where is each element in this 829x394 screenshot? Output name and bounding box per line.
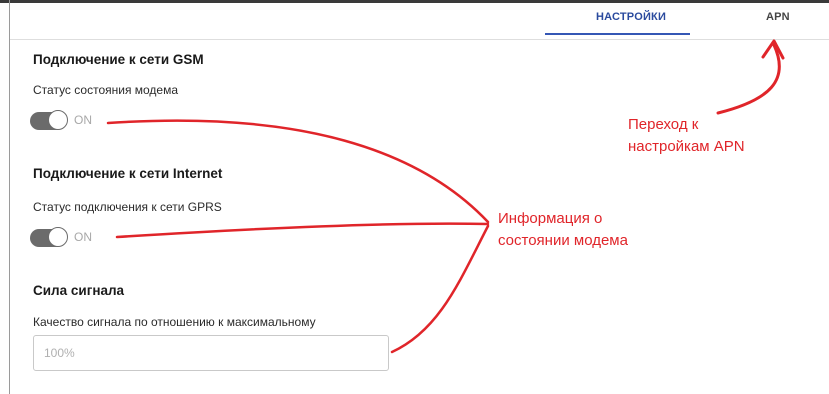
apn-annotation-line2: настройкам APN (628, 138, 745, 155)
modem-info-annotation-line1: Информация о (498, 210, 603, 227)
toggle-knob (48, 110, 68, 130)
tab-bar: НАСТРОЙКИ APN (10, 3, 829, 40)
toggle-knob (48, 227, 68, 247)
tab-apn[interactable]: APN (766, 11, 790, 23)
gprs-status-toggle[interactable]: ON (30, 227, 100, 249)
modem-info-annotation-line2: состоянии модема (498, 232, 628, 249)
apn-arrow-line (716, 43, 781, 115)
apn-arrow-head (761, 39, 785, 60)
left-border (9, 0, 10, 394)
apn-annotation: Переход к настройкам APN (628, 114, 745, 158)
gsm-status-toggle[interactable]: ON (30, 110, 100, 132)
signal-quality-label: Качество сигнала по отношению к максимал… (33, 315, 316, 329)
signal-pointer-line (390, 224, 490, 354)
gprs-status-label: Статус подключения к сети GPRS (33, 200, 222, 214)
toggle-state-label: ON (74, 113, 92, 127)
tab-settings[interactable]: НАСТРОЙКИ (596, 11, 666, 23)
active-tab-indicator (545, 33, 690, 35)
internet-heading: Подключение к сети Internet (33, 166, 223, 181)
signal-heading: Сила сигнала (33, 283, 125, 298)
modem-settings-page: НАСТРОЙКИ APN Подключение к сети GSM Ста… (0, 0, 829, 394)
gprs-pointer-line (115, 222, 490, 239)
signal-quality-value: 100% (44, 346, 75, 360)
signal-quality-field[interactable]: 100% (33, 335, 389, 371)
gsm-status-label: Статус состояния модема (33, 83, 179, 97)
modem-info-annotation: Информация о состоянии модема (498, 208, 628, 252)
gsm-heading: Подключение к сети GSM (33, 52, 204, 67)
toggle-state-label: ON (74, 230, 92, 244)
apn-annotation-line1: Переход к (628, 116, 699, 133)
